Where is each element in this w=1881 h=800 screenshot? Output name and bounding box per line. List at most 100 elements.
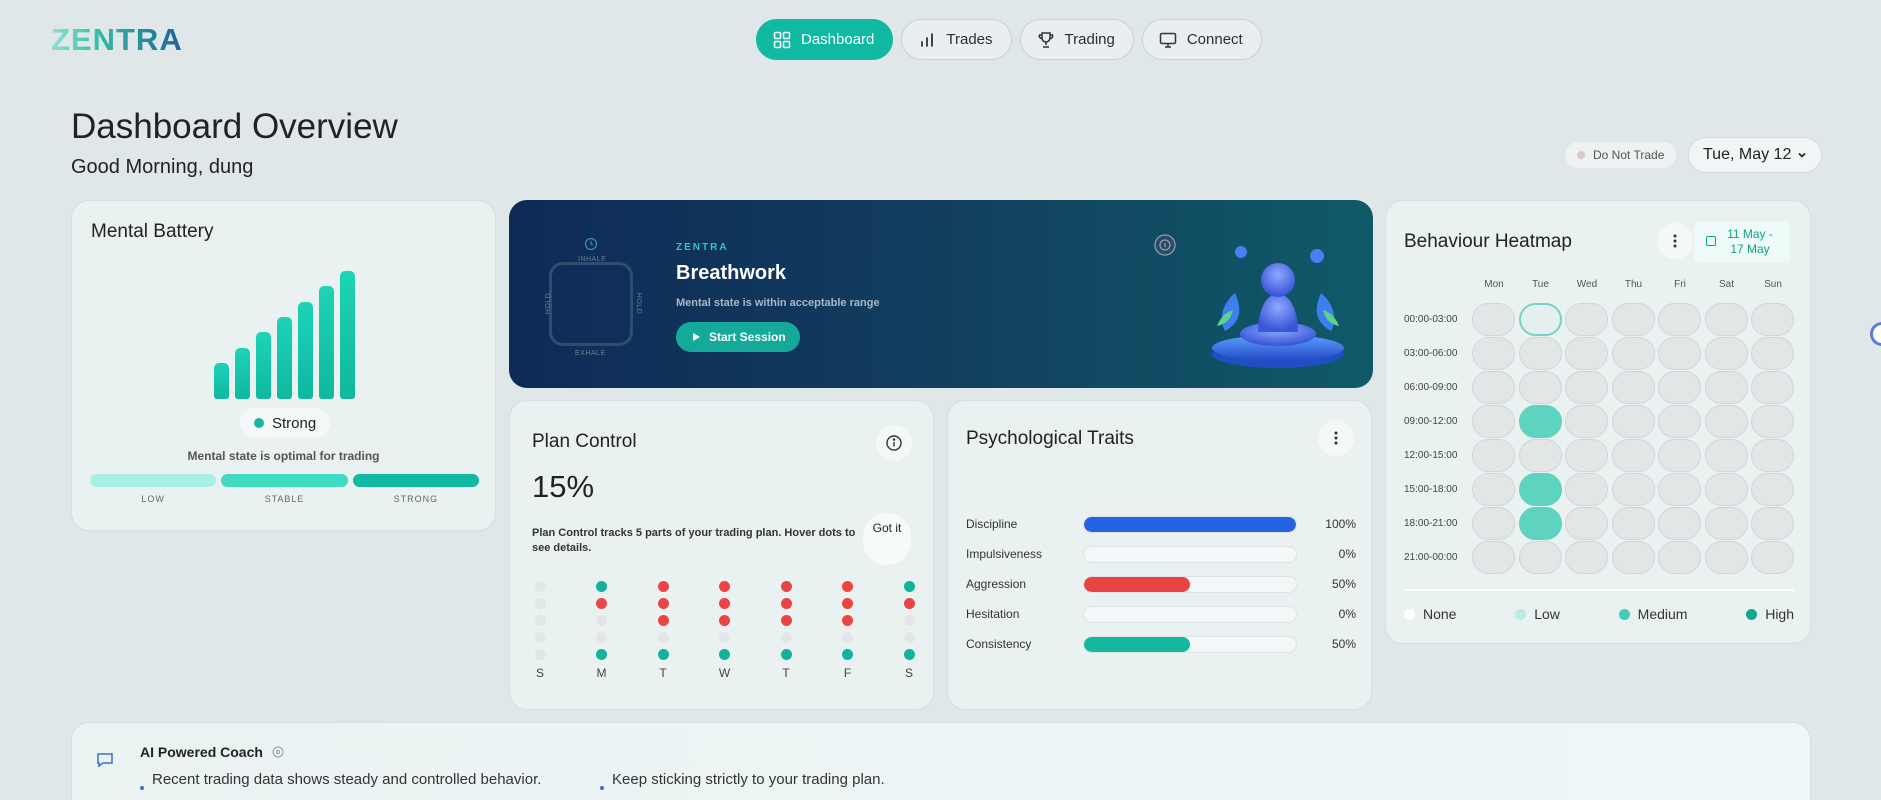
heatmap-cell[interactable] [1751,439,1794,472]
plan-dot[interactable] [657,581,669,592]
plan-dot[interactable] [842,649,853,660]
plan-dot[interactable] [719,581,730,592]
plan-dot[interactable] [719,632,730,643]
heatmap-cell[interactable] [1518,303,1562,336]
heatmap-cell[interactable] [1518,337,1562,370]
plan-dot[interactable] [657,632,669,643]
plan-dot[interactable] [842,598,853,609]
heatmap-cell[interactable] [1518,541,1562,574]
heatmap-cell[interactable] [1704,473,1748,506]
heatmap-cell[interactable] [1565,473,1608,506]
heatmap-cell[interactable] [1565,371,1608,404]
heatmap-cell[interactable] [1658,473,1701,506]
heatmap-cell[interactable] [1565,303,1608,336]
plan-dot[interactable] [534,615,546,626]
heatmap-cell[interactable] [1658,371,1701,404]
heatmap-cell[interactable] [1472,371,1515,404]
plan-dot[interactable] [780,632,792,643]
heatmap-cell[interactable] [1658,541,1701,574]
nav-connect[interactable]: Connect [1141,19,1262,60]
heatmap-cell[interactable] [1658,405,1701,438]
plan-dot[interactable] [596,598,607,609]
heatmap-cell[interactable] [1704,337,1748,370]
heatmap-cell[interactable] [1472,303,1515,336]
plan-dot[interactable] [534,598,546,609]
heatmap-cell[interactable] [1751,405,1794,438]
nav-trades[interactable]: Trades [901,19,1012,60]
plan-dot[interactable] [657,649,669,660]
plan-dot[interactable] [780,615,792,626]
heatmap-cell[interactable] [1611,405,1655,438]
heatmap-cell[interactable] [1472,473,1515,506]
plan-dot[interactable] [657,615,669,626]
heatmap-cell[interactable] [1565,405,1608,438]
heatmap-cell[interactable] [1611,337,1655,370]
heatmap-cell[interactable] [1518,371,1562,404]
heatmap-cell[interactable] [1518,507,1562,540]
plan-dot[interactable] [596,649,607,660]
plan-dot[interactable] [596,615,607,626]
brand-logo[interactable]: ZENTRA [51,22,183,58]
nav-dashboard[interactable]: Dashboard [756,19,894,60]
date-selector[interactable]: Tue, May 12 [1688,137,1823,173]
plan-info-button[interactable] [876,425,912,461]
heatmap-cell[interactable] [1751,371,1794,404]
heatmap-cell[interactable] [1751,337,1794,370]
heatmap-cell[interactable] [1658,337,1701,370]
heatmap-cell[interactable] [1565,439,1608,472]
heatmap-cell[interactable] [1751,303,1794,336]
heatmap-cell[interactable] [1565,507,1608,540]
heatmap-cell[interactable] [1751,473,1794,506]
heatmap-cell[interactable] [1704,303,1748,336]
plan-dot[interactable] [842,632,853,643]
plan-dot[interactable] [719,598,730,609]
heatmap-cell[interactable] [1472,405,1515,438]
plan-dot[interactable] [534,581,546,592]
heatmap-cell[interactable] [1611,541,1655,574]
heatmap-cell[interactable] [1658,303,1701,336]
plan-dot[interactable] [534,632,546,643]
plan-dot[interactable] [534,649,546,660]
traits-menu-button[interactable] [1318,420,1354,456]
got-it-button[interactable]: Got it [863,513,911,565]
plan-dot[interactable] [842,581,853,592]
plan-dot[interactable] [780,581,792,592]
plan-dot[interactable] [903,615,915,626]
plan-dot[interactable] [596,581,607,592]
heatmap-cell[interactable] [1565,541,1608,574]
nav-trading[interactable]: Trading [1019,19,1134,60]
heatmap-cell[interactable] [1611,439,1655,472]
plan-dot[interactable] [596,632,607,643]
plan-dot[interactable] [719,649,730,660]
heatmap-cell[interactable] [1472,439,1515,472]
plan-dot[interactable] [719,615,730,626]
plan-dot[interactable] [842,615,853,626]
heatmap-cell[interactable] [1704,371,1748,404]
plan-dot[interactable] [903,598,915,609]
heatmap-cell[interactable] [1704,405,1748,438]
heatmap-cell[interactable] [1611,371,1655,404]
heatmap-cell[interactable] [1704,507,1748,540]
heatmap-cell[interactable] [1704,541,1748,574]
heatmap-cell[interactable] [1472,541,1515,574]
heatmap-cell[interactable] [1751,541,1794,574]
heatmap-cell[interactable] [1751,507,1794,540]
heatmap-cell[interactable] [1472,507,1515,540]
plan-dot[interactable] [780,649,792,660]
assistant-avatar[interactable] [1870,322,1881,346]
heatmap-cell[interactable] [1472,337,1515,370]
heatmap-cell[interactable] [1658,439,1701,472]
plan-dot[interactable] [780,598,792,609]
plan-dot[interactable] [657,598,669,609]
heatmap-menu-button[interactable] [1657,223,1693,259]
heatmap-cell[interactable] [1611,473,1655,506]
plan-dot[interactable] [903,649,915,660]
heatmap-cell[interactable] [1565,337,1608,370]
heatmap-cell[interactable] [1518,439,1562,472]
heatmap-cell[interactable] [1704,439,1748,472]
heatmap-cell[interactable] [1611,507,1655,540]
info-icon[interactable] [1154,234,1176,256]
heatmap-date-range[interactable]: 11 May - 17 May [1694,221,1790,263]
heatmap-cell[interactable] [1658,507,1701,540]
plan-dot[interactable] [903,581,915,592]
